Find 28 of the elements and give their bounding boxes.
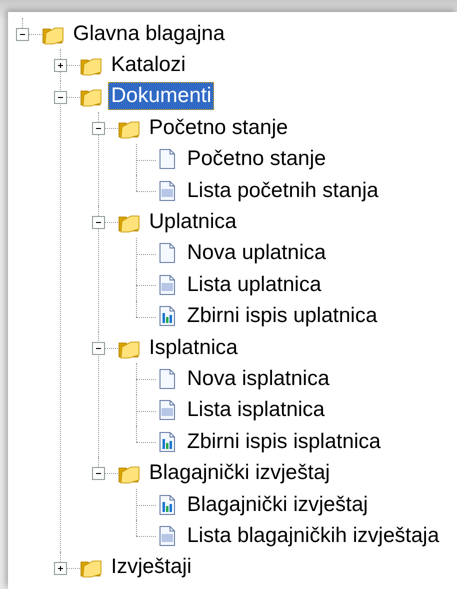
tree-item[interactable]: Početno stanje bbox=[184, 145, 329, 174]
collapse-button[interactable] bbox=[92, 467, 105, 480]
tree-item[interactable]: Lista početnih stanja bbox=[184, 176, 382, 205]
expand-button[interactable] bbox=[54, 562, 67, 575]
expand-button[interactable] bbox=[54, 59, 67, 72]
tree-item[interactable]: Izvještaji bbox=[108, 553, 195, 582]
collapse-button[interactable] bbox=[92, 216, 105, 230]
tree-item[interactable]: Početno stanje bbox=[146, 114, 291, 142]
tree-item[interactable]: Katalozi bbox=[108, 51, 189, 80]
tree-item[interactable]: Nova isplatnica bbox=[184, 364, 332, 393]
tree-item[interactable]: Blagajnički izvještaj bbox=[184, 490, 371, 519]
tree-item[interactable]: Dokumenti bbox=[108, 82, 214, 110]
collapse-button[interactable] bbox=[92, 342, 105, 355]
tree-item[interactable]: Blagajnički izvještaj bbox=[146, 459, 333, 488]
collapse-button[interactable] bbox=[92, 122, 105, 136]
tree-item[interactable]: Lista blagajničkih izvještaja bbox=[184, 522, 442, 550]
tree-item[interactable]: Zbirni ispis isplatnica bbox=[184, 428, 384, 456]
tree-item[interactable]: Isplatnica bbox=[146, 334, 241, 362]
tree-item[interactable]: Lista isplatnica bbox=[184, 396, 328, 424]
collapse-button[interactable] bbox=[54, 90, 67, 104]
tree-item[interactable]: Nova uplatnica bbox=[184, 239, 329, 268]
collapse-button[interactable] bbox=[16, 28, 29, 41]
plus-icon bbox=[56, 61, 65, 70]
tree-item[interactable]: Glavna blagajna bbox=[70, 20, 228, 48]
tree-item[interactable]: Zbirni ispis uplatnica bbox=[184, 302, 380, 330]
tree-item[interactable]: Uplatnica bbox=[146, 208, 240, 236]
plus-icon bbox=[56, 564, 65, 573]
tree-item[interactable]: Lista uplatnica bbox=[184, 270, 324, 299]
